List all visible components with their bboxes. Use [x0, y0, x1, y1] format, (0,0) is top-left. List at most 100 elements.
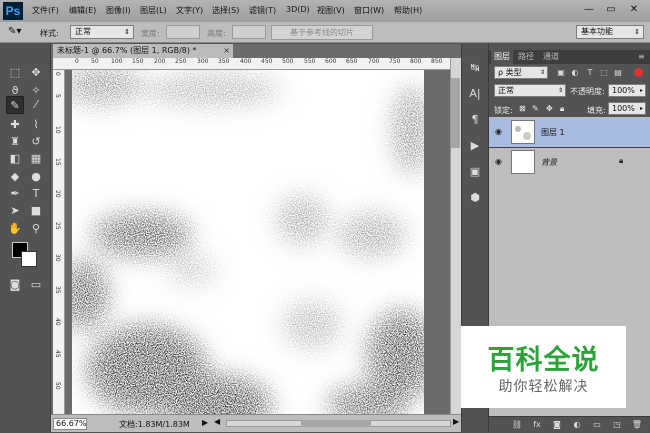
minimize-icon[interactable]: —: [583, 4, 595, 16]
layer-name[interactable]: 背景: [541, 157, 557, 168]
close-tab-icon[interactable]: ×: [223, 44, 230, 58]
menu-window[interactable]: 窗口(W): [354, 5, 384, 16]
path-selection-icon[interactable]: ➤: [6, 202, 24, 220]
ruler-tick: 5: [54, 94, 61, 98]
tool-presets-icon[interactable]: ▣: [465, 162, 485, 182]
menu-edit[interactable]: 编辑(E): [69, 5, 96, 16]
move-icon[interactable]: ✥: [27, 64, 45, 82]
menu-layer[interactable]: 图层(L): [140, 5, 167, 16]
filter-pixel-icon[interactable]: ▣: [556, 68, 566, 78]
menu-image[interactable]: 图像(I): [106, 5, 131, 16]
eraser-icon[interactable]: ◧: [6, 150, 24, 168]
height-field[interactable]: [232, 25, 266, 39]
lock-label: 锁定:: [494, 106, 513, 115]
menu-file[interactable]: 文件(F): [32, 5, 59, 16]
ruler-tick: 650: [346, 58, 358, 65]
menu-select[interactable]: 选择(S): [212, 5, 239, 16]
scroll-right-icon[interactable]: ▶: [453, 417, 459, 426]
canvas[interactable]: [72, 70, 424, 414]
ruler-vertical: 0 5 10 15 20 25 30 35 40 45 50: [53, 70, 65, 414]
zoom-field[interactable]: 66.67%: [53, 418, 87, 430]
menu-help[interactable]: 帮助(H): [394, 5, 422, 16]
lock-image-icon[interactable]: ✎: [532, 104, 539, 113]
lock-all-icon[interactable]: 🔒︎: [560, 104, 564, 114]
hand-icon[interactable]: ✋: [6, 220, 24, 238]
shape-icon[interactable]: ■: [27, 202, 45, 220]
gradient-icon[interactable]: ▦: [27, 150, 45, 168]
watermark-title: 百科全说: [487, 345, 600, 376]
ruler-tick: 15: [54, 158, 61, 166]
actions-icon[interactable]: ▶: [465, 136, 485, 156]
tab-channels[interactable]: 通道: [540, 50, 562, 64]
visibility-eye-icon[interactable]: ◉: [495, 127, 505, 137]
mask-icon[interactable]: ◙: [551, 419, 563, 431]
kind-filter-select[interactable]: ρ 类型 ⇕: [494, 66, 548, 79]
ruler-tick: 750: [389, 58, 401, 65]
blur-icon[interactable]: ◆: [6, 168, 24, 186]
filter-smart-object-icon[interactable]: ▤: [613, 68, 623, 78]
layer-row-background[interactable]: ◉ 背景 🔒︎: [489, 148, 650, 178]
visibility-eye-icon[interactable]: ◉: [495, 157, 505, 167]
type-icon[interactable]: T: [27, 185, 45, 203]
screen-mode-icon[interactable]: ▭: [27, 276, 45, 294]
history-icon[interactable]: ↹: [465, 58, 485, 78]
marquee-icon[interactable]: ⬚: [6, 64, 24, 82]
document-tab[interactable]: 未标题-1 @ 66.7% (图层 1, RGB/8) * ×: [53, 44, 233, 58]
width-field[interactable]: [166, 25, 200, 39]
layer-row-layer1[interactable]: ◉ 图层 1: [489, 118, 650, 148]
filter-toggle-icon[interactable]: [634, 68, 643, 77]
opacity-field[interactable]: 100% ▸: [608, 84, 646, 97]
brush-icon[interactable]: ⌇: [27, 116, 45, 134]
blend-mode-select[interactable]: 正常 ⇕: [494, 84, 566, 97]
background-color-swatch[interactable]: [21, 251, 37, 267]
panel-menu-icon[interactable]: ≡: [635, 50, 648, 64]
eyedropper-icon[interactable]: ⁄: [27, 96, 45, 114]
new-layer-icon[interactable]: ◳: [611, 419, 623, 431]
menu-3d[interactable]: 3D(D): [286, 5, 310, 14]
menu-view[interactable]: 视图(V): [317, 5, 345, 16]
fill-field[interactable]: 100% ▸: [608, 102, 646, 115]
stamp-icon[interactable]: ♜: [6, 133, 24, 151]
slice-icon[interactable]: ✎: [6, 96, 24, 114]
ruler-horizontal: 0 50 100 150 200 250 300 350 400 450 500…: [53, 58, 450, 70]
style-select[interactable]: 正常 ⇕: [70, 25, 134, 39]
filter-type-icon[interactable]: T: [585, 68, 595, 78]
lock-transparent-icon[interactable]: ⊠: [519, 104, 526, 113]
vertical-scroll-thumb[interactable]: [451, 78, 460, 148]
horizontal-scroll-thumb[interactable]: [301, 420, 371, 427]
layer-name[interactable]: 图层 1: [541, 127, 565, 138]
dodge-icon[interactable]: ●: [27, 168, 45, 186]
menu-filter[interactable]: 滤镜(T): [249, 5, 276, 16]
close-icon[interactable]: ✕: [628, 4, 640, 16]
link-icon[interactable]: ⛓: [511, 419, 523, 431]
adjustment-icon[interactable]: ◐: [571, 419, 583, 431]
menu-type[interactable]: 文字(Y): [176, 5, 203, 16]
quick-mask-icon[interactable]: ◙: [6, 276, 24, 294]
fx-icon[interactable]: fx: [531, 419, 543, 431]
slices-from-guides-button[interactable]: 基于参考线的切片: [271, 25, 373, 40]
workspace-select[interactable]: 基本功能 ⇕: [576, 25, 644, 39]
slice-tool-icon[interactable]: ✎▾: [8, 26, 21, 37]
workspace-value: 基本功能: [581, 27, 613, 36]
trash-icon[interactable]: 🗑︎: [631, 419, 643, 431]
lock-position-icon[interactable]: ✥: [546, 104, 553, 113]
paragraph-icon[interactable]: ¶: [465, 110, 485, 130]
zoom-icon[interactable]: ⚲: [27, 220, 45, 238]
opacity-value: 100%: [612, 86, 635, 95]
character-icon[interactable]: A|: [465, 84, 485, 104]
ruler-tick: 250: [175, 58, 187, 65]
status-menu-arrow-icon[interactable]: ▶: [202, 418, 208, 427]
filter-shape-icon[interactable]: ⬚: [599, 68, 609, 78]
folder-icon[interactable]: ▭: [591, 419, 603, 431]
restore-icon[interactable]: ▭: [605, 4, 617, 16]
options-bar: ✎▾ 样式: 正常 ⇕ 宽度: 高度: 基于参考线的切片 基本功能 ⇕: [0, 22, 650, 43]
ruler-tick: 50: [91, 58, 99, 65]
scroll-left-icon[interactable]: ◀: [214, 417, 220, 426]
3d-icon[interactable]: ⬢: [465, 188, 485, 208]
tab-paths[interactable]: 路径: [515, 50, 537, 64]
filter-adjustment-icon[interactable]: ◐: [570, 68, 580, 78]
tab-layers[interactable]: 图层: [491, 50, 513, 64]
history-brush-icon[interactable]: ↺: [27, 133, 45, 151]
healing-brush-icon[interactable]: ✚: [6, 116, 24, 134]
pen-icon[interactable]: ✒: [6, 185, 24, 203]
